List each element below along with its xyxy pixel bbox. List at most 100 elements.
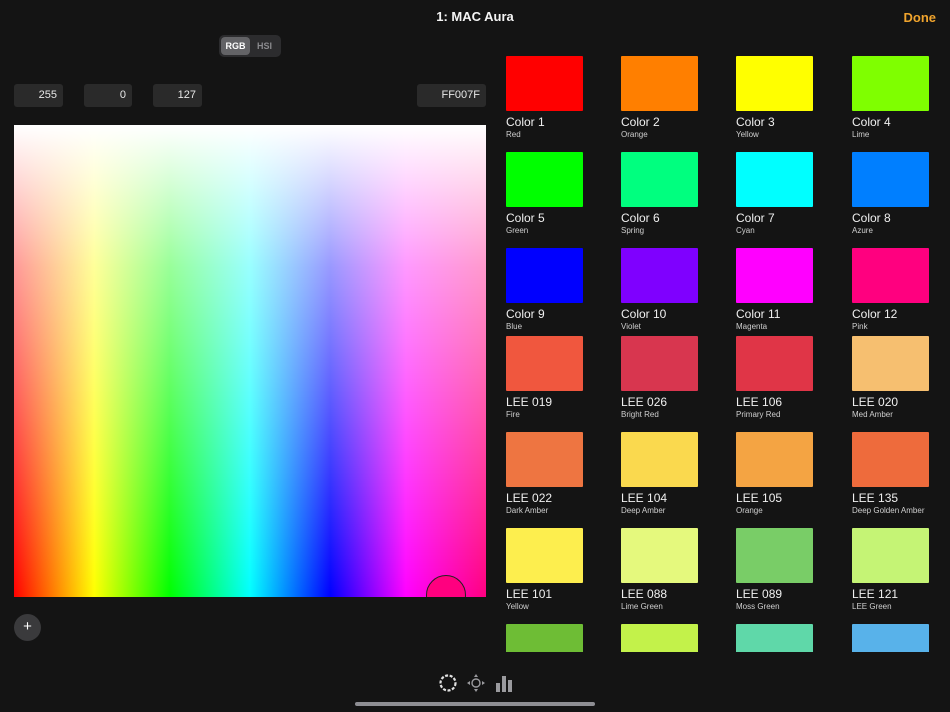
- swatch-color: [506, 56, 583, 111]
- swatch-color: [506, 152, 583, 207]
- swatch-subtitle: Primary Red: [736, 410, 781, 419]
- swatch-item[interactable]: LEE 019 Fire: [506, 336, 583, 432]
- swatch-subtitle: Cyan: [736, 226, 755, 235]
- swatch-subtitle: Blue: [506, 322, 523, 331]
- swatch-item[interactable]: Color 5 Green: [506, 152, 583, 248]
- swatch-item[interactable]: Color 8 Azure: [852, 152, 929, 248]
- picker-saturation-overlay: [14, 125, 486, 597]
- swatch-color: [852, 56, 929, 111]
- swatch-color: [621, 248, 698, 303]
- hex-value-field[interactable]: FF007F: [417, 84, 486, 107]
- swatch-subtitle: Spring: [621, 226, 645, 235]
- swatch-item[interactable]: [736, 624, 813, 652]
- swatch-color: [506, 528, 583, 583]
- mode-hsi-button[interactable]: HSI: [250, 37, 279, 55]
- swatch-subtitle: Deep Amber: [621, 506, 666, 515]
- swatch-color: [736, 624, 813, 652]
- position-icon[interactable]: [466, 673, 486, 693]
- swatch-color: [736, 528, 813, 583]
- swatch-color: [852, 152, 929, 207]
- swatch-subtitle: LEE Green: [852, 602, 892, 611]
- home-indicator: [355, 702, 595, 706]
- swatch-subtitle: Magenta: [736, 322, 768, 331]
- swatch-name: LEE 020: [852, 395, 899, 409]
- swatch-color: [852, 432, 929, 487]
- swatch-name: Color 1: [506, 115, 545, 129]
- swatch-subtitle: Lime Green: [621, 602, 663, 611]
- swatch-item[interactable]: LEE 121 LEE Green: [852, 528, 929, 624]
- swatch-item[interactable]: LEE 101 Yellow: [506, 528, 583, 624]
- swatch-color: [621, 432, 698, 487]
- swatch-item[interactable]: LEE 022 Dark Amber: [506, 432, 583, 528]
- swatch-subtitle: Orange: [621, 130, 648, 139]
- swatch-subtitle: Red: [506, 130, 521, 139]
- green-value-field[interactable]: 0: [84, 84, 132, 107]
- done-button[interactable]: Done: [904, 10, 937, 25]
- swatch-item[interactable]: Color 3 Yellow: [736, 56, 813, 152]
- swatch-name: Color 4: [852, 115, 891, 129]
- swatch-item[interactable]: Color 4 Lime: [852, 56, 929, 152]
- swatch-color: [506, 432, 583, 487]
- swatch-item[interactable]: LEE 020 Med Amber: [852, 336, 929, 432]
- swatch-item[interactable]: [506, 624, 583, 652]
- swatch-color: [736, 56, 813, 111]
- swatch-subtitle: Dark Amber: [506, 506, 549, 515]
- swatch-color: [736, 336, 813, 391]
- swatch-color: [736, 432, 813, 487]
- swatch-subtitle: Orange: [736, 506, 763, 515]
- swatch-name: Color 8: [852, 211, 891, 225]
- intensity-bars-icon[interactable]: [494, 673, 514, 693]
- swatch-color: [621, 152, 698, 207]
- swatch-color: [736, 152, 813, 207]
- swatch-name: LEE 121: [852, 587, 899, 601]
- swatch-name: LEE 101: [506, 587, 553, 601]
- swatch-color: [621, 624, 698, 652]
- swatch-item[interactable]: LEE 088 Lime Green: [621, 528, 698, 624]
- swatch-name: Color 5: [506, 211, 545, 225]
- swatch-subtitle: Pink: [852, 322, 868, 331]
- swatch-subtitle: Lime: [852, 130, 870, 139]
- swatch-color: [621, 528, 698, 583]
- swatch-item[interactable]: Color 1 Red: [506, 56, 583, 152]
- swatch-color: [852, 248, 929, 303]
- swatch-subtitle: Med Amber: [852, 410, 893, 419]
- swatch-item[interactable]: Color 6 Spring: [621, 152, 698, 248]
- swatch-name: Color 12: [852, 307, 898, 321]
- swatch-item[interactable]: Color 12 Pink: [852, 248, 929, 344]
- swatch-color: [506, 248, 583, 303]
- swatch-item[interactable]: [621, 624, 698, 652]
- swatch-grid: Color 1 Red Color 2 Orange Color 3 Yellow Colo…: [506, 56, 930, 652]
- swatch-item[interactable]: Color 10 Violet: [621, 248, 698, 344]
- swatch-subtitle: Yellow: [736, 130, 759, 139]
- swatch-color: [621, 56, 698, 111]
- swatch-item[interactable]: Color 9 Blue: [506, 248, 583, 344]
- swatch-subtitle: Green: [506, 226, 529, 235]
- swatch-color: [736, 248, 813, 303]
- swatch-name: Color 10: [621, 307, 667, 321]
- color-wheel-icon[interactable]: [438, 673, 458, 693]
- swatch-name: LEE 088: [621, 587, 668, 601]
- add-button[interactable]: +: [14, 614, 41, 641]
- mode-rgb-button[interactable]: RGB: [221, 37, 250, 55]
- swatch-item[interactable]: LEE 026 Bright Red: [621, 336, 698, 432]
- swatch-name: Color 9: [506, 307, 545, 321]
- swatch-subtitle: Azure: [852, 226, 873, 235]
- red-value-field[interactable]: 255: [14, 84, 63, 107]
- blue-value-field[interactable]: 127: [153, 84, 202, 107]
- color-picker-area[interactable]: [14, 125, 486, 597]
- swatch-subtitle: Yellow: [506, 602, 529, 611]
- swatch-item[interactable]: Color 2 Orange: [621, 56, 698, 152]
- swatch-item[interactable]: LEE 105 Orange: [736, 432, 813, 528]
- swatch-subtitle: Fire: [506, 410, 520, 419]
- swatch-item[interactable]: Color 11 Magenta: [736, 248, 813, 344]
- swatch-item[interactable]: Color 7 Cyan: [736, 152, 813, 248]
- swatch-name: Color 7: [736, 211, 775, 225]
- swatch-name: LEE 104: [621, 491, 668, 505]
- swatch-item[interactable]: [852, 624, 929, 652]
- swatch-item[interactable]: LEE 089 Moss Green: [736, 528, 813, 624]
- swatch-item[interactable]: LEE 104 Deep Amber: [621, 432, 698, 528]
- swatch-item[interactable]: LEE 135 Deep Golden Amber: [852, 432, 929, 528]
- color-mode-toggle: RGB HSI: [219, 35, 281, 57]
- swatch-color: [621, 336, 698, 391]
- swatch-item[interactable]: LEE 106 Primary Red: [736, 336, 813, 432]
